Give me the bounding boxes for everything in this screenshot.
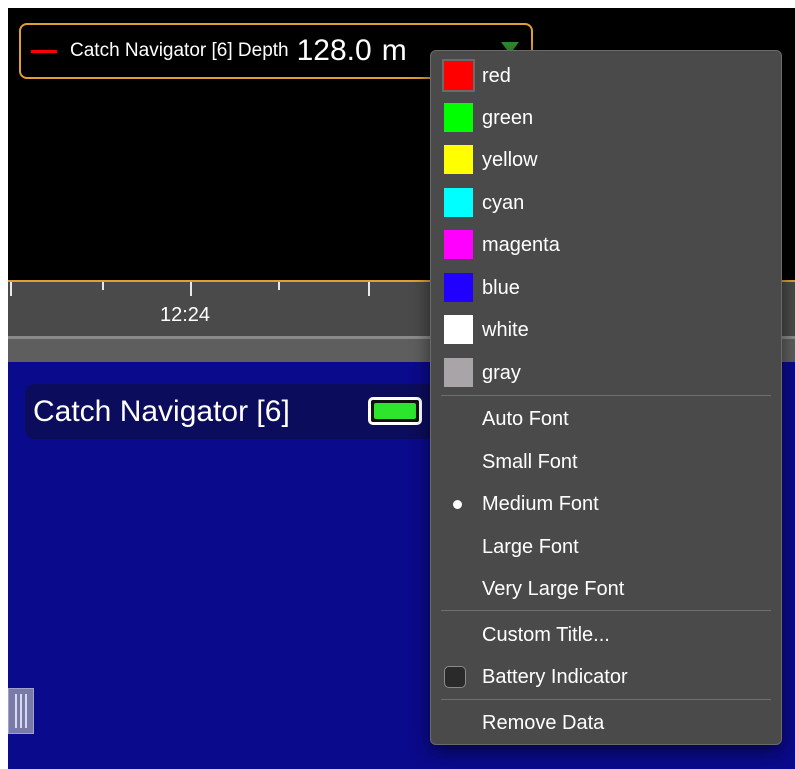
menu-item-label: Auto Font xyxy=(482,407,569,430)
device-card[interactable]: Catch Navigator [6] xyxy=(25,384,435,439)
drag-handle-icon[interactable] xyxy=(8,688,34,734)
menu-item-label: Battery Indicator xyxy=(482,665,628,688)
axis-tick xyxy=(10,282,12,296)
menu-item-label: yellow xyxy=(482,148,538,171)
menu-item-label: white xyxy=(482,318,529,341)
menu-item-label: magenta xyxy=(482,233,560,256)
legend-line-swatch xyxy=(31,49,57,53)
menu-color-cyan[interactable]: cyan xyxy=(431,183,781,223)
menu-color-blue[interactable]: blue xyxy=(431,268,781,308)
color-swatch-green xyxy=(444,103,473,132)
menu-battery-indicator[interactable]: Battery Indicator xyxy=(431,657,781,697)
color-swatch-cyan xyxy=(444,188,473,217)
menu-remove-data[interactable]: Remove Data xyxy=(431,703,781,743)
menu-item-label: Very Large Font xyxy=(482,577,625,600)
menu-separator xyxy=(441,699,771,700)
menu-item-label: Large Font xyxy=(482,535,579,558)
color-swatch-blue xyxy=(444,273,473,302)
menu-item-label: Remove Data xyxy=(482,711,605,734)
battery-icon xyxy=(368,397,422,425)
legend-value: 128.0 xyxy=(296,34,372,67)
device-name: Catch Navigator [6] xyxy=(33,394,290,428)
color-swatch-yellow xyxy=(444,145,473,174)
menu-color-gray[interactable]: gray xyxy=(431,353,781,393)
menu-font-small[interactable]: Small Font xyxy=(431,442,781,482)
menu-item-label: Small Font xyxy=(482,450,578,473)
menu-item-label: red xyxy=(482,64,511,87)
legend-unit: m xyxy=(381,34,407,67)
menu-item-label: cyan xyxy=(482,191,525,214)
menu-color-red[interactable]: red xyxy=(431,56,781,96)
color-swatch-white xyxy=(444,315,473,344)
menu-color-white[interactable]: white xyxy=(431,310,781,350)
menu-color-magenta[interactable]: magenta xyxy=(431,225,781,265)
battery-level-fill xyxy=(374,403,416,419)
axis-tick xyxy=(368,282,370,296)
selected-bullet-icon xyxy=(453,500,462,509)
menu-font-auto[interactable]: Auto Font xyxy=(431,399,781,439)
battery-indicator-checkbox[interactable] xyxy=(444,666,466,688)
menu-item-label: Custom Title... xyxy=(482,623,610,646)
menu-font-very-large[interactable]: Very Large Font xyxy=(431,569,781,609)
color-swatch-red xyxy=(444,61,473,90)
color-swatch-gray xyxy=(444,358,473,387)
menu-separator xyxy=(441,395,771,396)
menu-item-label: Medium Font xyxy=(482,492,599,515)
menu-item-label: blue xyxy=(482,276,520,299)
menu-item-label: gray xyxy=(482,361,521,384)
context-menu: red green yellow cyan magenta blue white… xyxy=(430,50,782,745)
menu-font-large[interactable]: Large Font xyxy=(431,527,781,567)
menu-custom-title[interactable]: Custom Title... xyxy=(431,615,781,655)
legend-label: Catch Navigator [6] Depth xyxy=(70,40,289,61)
time-axis-label: 12:24 xyxy=(160,304,211,326)
color-swatch-magenta xyxy=(444,230,473,259)
axis-tick xyxy=(190,282,192,296)
menu-font-medium[interactable]: Medium Font xyxy=(431,484,781,524)
menu-item-label: green xyxy=(482,106,534,129)
menu-separator xyxy=(441,610,771,611)
axis-tick xyxy=(102,282,104,290)
menu-color-yellow[interactable]: yellow xyxy=(431,140,781,180)
menu-color-green[interactable]: green xyxy=(431,98,781,138)
axis-tick xyxy=(278,282,280,290)
